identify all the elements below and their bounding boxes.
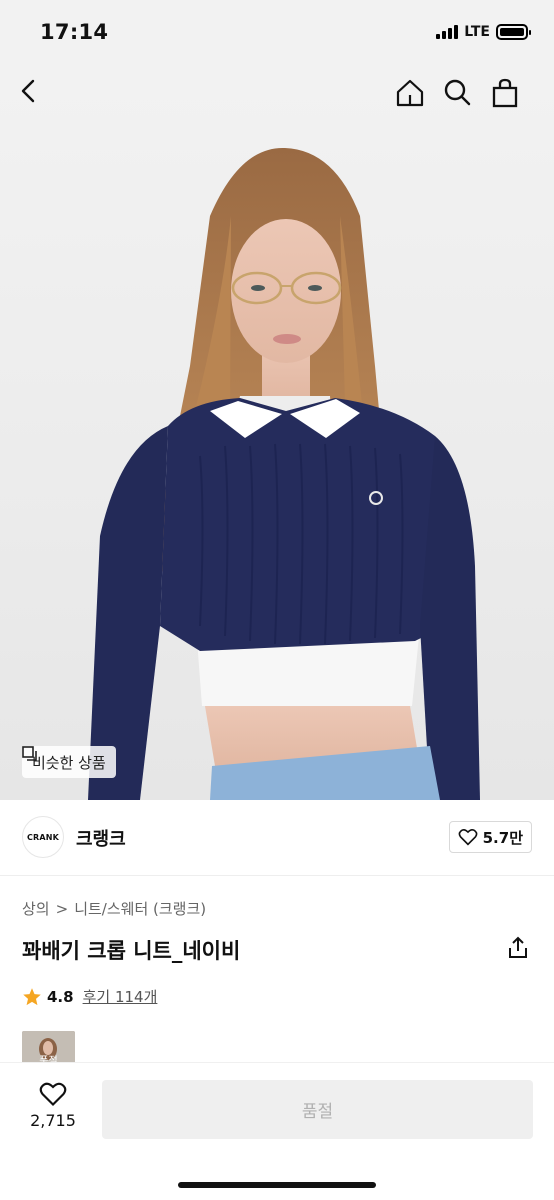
share-icon [509,936,527,958]
battery-icon [496,24,531,40]
breadcrumb-category[interactable]: 상의 [22,898,50,919]
heart-icon [39,1082,67,1106]
cart-button[interactable] [491,78,535,122]
reviews-link[interactable]: 후기 114개 [83,986,158,1007]
breadcrumb-separator: > [55,899,69,918]
product-title: 꽈배기 크롭 니트_네이비 [22,939,241,963]
brand-like-count: 5.7만 [482,828,523,847]
similar-items-icon [22,746,37,761]
breadcrumb-subcategory[interactable]: 니트/스웨터 (크랭크) [74,898,206,919]
wishlist-button[interactable]: 2,715 [24,1081,82,1130]
share-button[interactable] [506,936,530,960]
model-photo [88,147,480,800]
brand-name[interactable]: 크랭크 [76,825,126,851]
heart-icon [458,829,478,846]
brand-row[interactable]: CRANK 크랭크 5.7만 [0,800,554,876]
status-time: 17:14 [40,20,109,44]
brand-logo[interactable]: CRANK [22,816,64,858]
similar-items-label: 비슷한 상품 [32,753,106,772]
home-indicator [178,1182,376,1188]
rating-value: 4.8 [47,987,74,1006]
status-bar: 17:14 LTE [0,0,554,66]
rating-row: 4.8 후기 114개 [22,986,157,1007]
star-icon [23,987,41,1005]
search-icon [444,79,471,106]
status-indicators: LTE [436,24,531,40]
signal-icon [436,25,459,39]
chevron-left-icon [21,79,35,103]
shopping-bag-icon [492,78,518,108]
similar-items-button[interactable]: 비슷한 상품 [22,746,116,778]
home-button[interactable] [395,78,439,122]
sold-out-button[interactable]: 품절 [102,1080,533,1139]
product-image[interactable]: 비슷한 상품 [0,66,554,800]
breadcrumb: 상의 > 니트/스웨터 (크랭크) [22,898,206,919]
brand-like-button[interactable]: 5.7만 [448,821,532,853]
bottom-action-bar: 2,715 품절 [0,1062,554,1200]
wishlist-count: 2,715 [30,1111,76,1130]
home-icon [396,79,424,107]
search-button[interactable] [443,78,487,122]
network-label: LTE [464,24,490,40]
back-button[interactable] [16,78,60,122]
